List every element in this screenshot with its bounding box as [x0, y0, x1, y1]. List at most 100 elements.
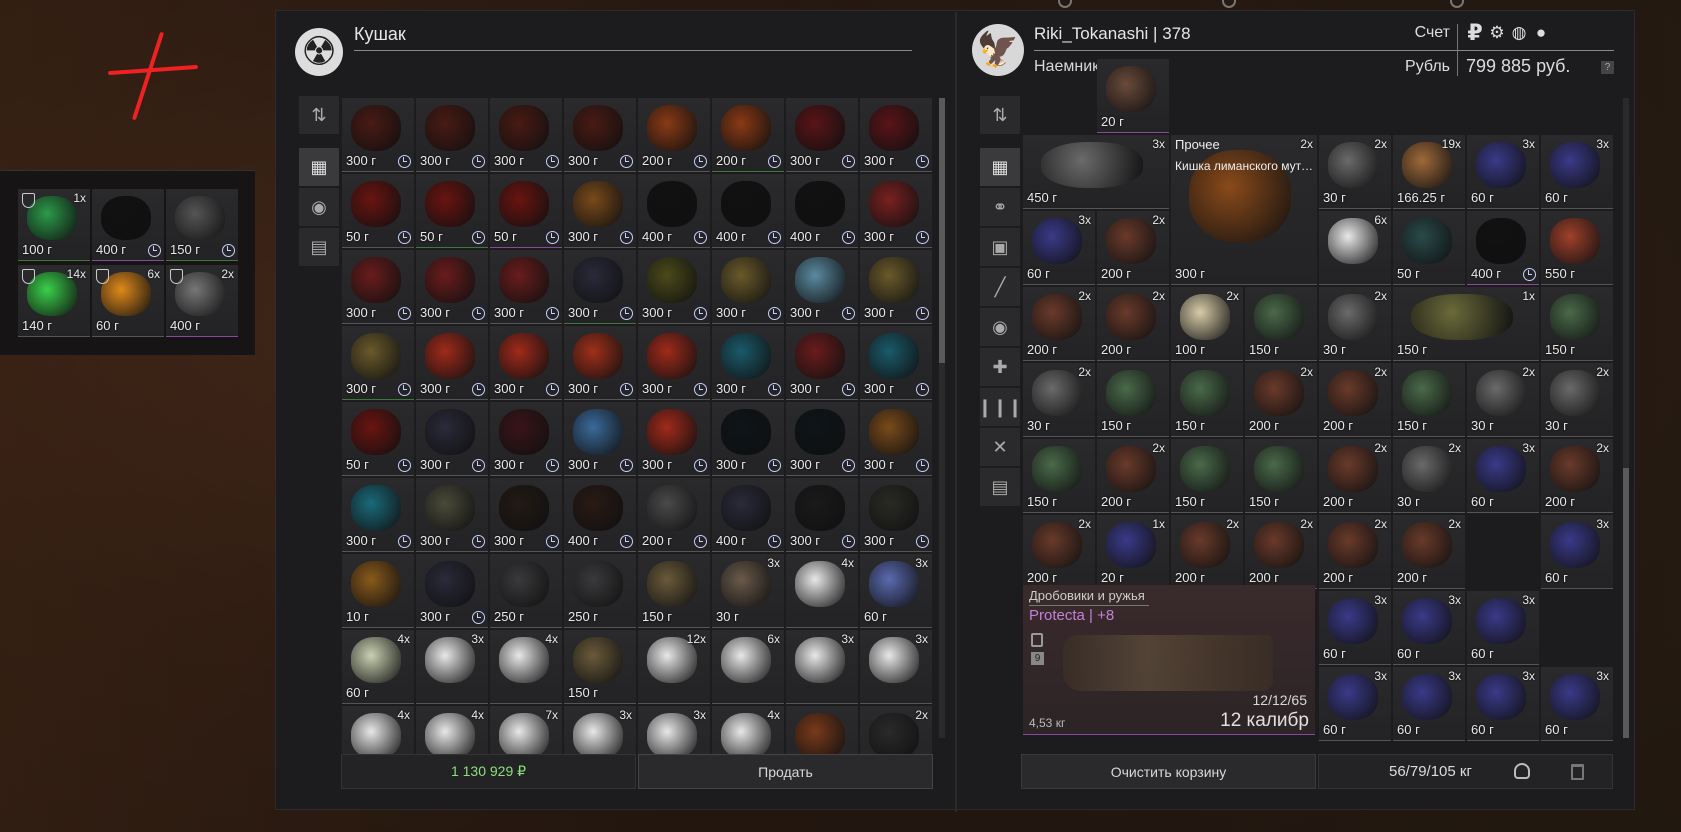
- medkit-filter-icon[interactable]: ✚: [980, 348, 1020, 386]
- inventory-item[interactable]: 300 г: [416, 478, 488, 552]
- inventory-item[interactable]: 50 г: [416, 174, 488, 248]
- inventory-item[interactable]: 300 г: [416, 326, 488, 400]
- inventory-item[interactable]: 300 г: [712, 326, 784, 400]
- inventory-item[interactable]: 300 г: [416, 250, 488, 324]
- inventory-item[interactable]: 3x 60 г: [1467, 135, 1539, 209]
- inventory-item[interactable]: 3x 60 г: [1023, 211, 1095, 285]
- inventory-item[interactable]: 300 г: [342, 98, 414, 172]
- shell-currency-icon[interactable]: ●: [1532, 24, 1550, 42]
- inventory-item[interactable]: 300 г: [564, 402, 636, 476]
- inventory-item[interactable]: 2x 200 г: [1097, 287, 1169, 361]
- inventory-item[interactable]: 400 г: [92, 189, 164, 261]
- inventory-item[interactable]: 4x: [786, 554, 858, 628]
- inventory-item[interactable]: 2x 400 г: [166, 265, 238, 337]
- inventory-item[interactable]: 2x 100 г: [1171, 287, 1243, 361]
- inventory-item[interactable]: 300 г: [786, 98, 858, 172]
- inventory-item[interactable]: 50 г: [342, 402, 414, 476]
- grid-view-icon[interactable]: ▦: [299, 148, 339, 186]
- inventory-item[interactable]: 10 г: [342, 554, 414, 628]
- inventory-item[interactable]: 2x 200 г: [1319, 363, 1391, 437]
- inventory-item[interactable]: 3x 60 г: [1467, 591, 1539, 665]
- inventory-item[interactable]: 3x 60 г: [1319, 591, 1391, 665]
- inventory-item[interactable]: 2x 200 г: [1319, 515, 1391, 589]
- inventory-item[interactable]: 3x 60 г: [1467, 439, 1539, 513]
- inventory-item[interactable]: 150 г: [1245, 287, 1317, 361]
- inventory-item[interactable]: 300 г: [638, 250, 710, 324]
- inventory-item[interactable]: 400 г: [712, 478, 784, 552]
- sort-icon[interactable]: ⇅: [299, 96, 339, 134]
- inventory-item[interactable]: 2x 30 г: [1393, 439, 1465, 513]
- inventory-item[interactable]: 300 г: [416, 98, 488, 172]
- inventory-item[interactable]: 150 г: [638, 554, 710, 628]
- inventory-item[interactable]: 300 г: [416, 554, 488, 628]
- weapon-filter-icon[interactable]: ╱: [980, 268, 1020, 306]
- inventory-item[interactable]: 150 г: [166, 189, 238, 261]
- inventory-item[interactable]: 300 г: [342, 250, 414, 324]
- inventory-item[interactable]: 2x 200 г: [1319, 439, 1391, 513]
- ruble-icon[interactable]: ₽: [1466, 22, 1484, 44]
- inventory-item[interactable]: 300 г: [490, 98, 562, 172]
- ammo-filter-icon[interactable]: ❙❙❙: [977, 388, 1023, 426]
- inventory-item[interactable]: 400 г: [712, 174, 784, 248]
- inventory-item[interactable]: 300 г: [490, 478, 562, 552]
- inventory-item[interactable]: 150 г: [1097, 363, 1169, 437]
- inventory-item[interactable]: 300 г: [564, 250, 636, 324]
- compass-currency-icon[interactable]: ◍: [1510, 24, 1528, 42]
- inventory-item[interactable]: 300 г: [860, 174, 932, 248]
- inventory-item[interactable]: 150 г: [1171, 363, 1243, 437]
- link-filter-icon[interactable]: ⚭: [980, 188, 1020, 226]
- inventory-item[interactable]: 3x 60 г: [1467, 667, 1539, 741]
- inventory-item[interactable]: 3x 60 г: [1393, 591, 1465, 665]
- inventory-item[interactable]: 400 г: [786, 174, 858, 248]
- inventory-item[interactable]: 300 г: [860, 478, 932, 552]
- trader-scrollbar[interactable]: [939, 98, 945, 738]
- inventory-item[interactable]: 3x 60 г: [1541, 667, 1613, 741]
- gear-currency-icon[interactable]: ⚙: [1488, 24, 1506, 42]
- inventory-item[interactable]: 150 г: [1245, 439, 1317, 513]
- sell-button[interactable]: Продать: [638, 754, 933, 789]
- inventory-item[interactable]: 200 г: [638, 478, 710, 552]
- inventory-item[interactable]: 50 г: [1393, 211, 1465, 285]
- inventory-item[interactable]: 150 г: [1541, 287, 1613, 361]
- inventory-item[interactable]: 50 г: [342, 174, 414, 248]
- inventory-item[interactable]: 550 г: [1541, 211, 1613, 285]
- inventory-item[interactable]: 400 г: [1467, 211, 1539, 285]
- inventory-item[interactable]: 3x 60 г: [1393, 667, 1465, 741]
- inventory-item[interactable]: 300 г: [786, 326, 858, 400]
- inventory-item[interactable]: 300 г: [860, 98, 932, 172]
- inventory-item[interactable]: 200 г: [712, 98, 784, 172]
- inventory-item[interactable]: Прочее Кишка лиманского мута... 2x 300 г: [1171, 135, 1317, 285]
- inventory-item[interactable]: 3x 60 г: [1541, 135, 1613, 209]
- inventory-item[interactable]: 150 г: [1393, 363, 1465, 437]
- inventory-item[interactable]: 50 г: [490, 174, 562, 248]
- inventory-item[interactable]: 1x 20 г: [1097, 515, 1169, 589]
- inventory-item[interactable]: 300 г: [416, 402, 488, 476]
- inventory-item[interactable]: 20 г: [1097, 59, 1169, 133]
- player-scrollbar[interactable]: [1623, 98, 1629, 738]
- inventory-item[interactable]: 2x 200 г: [1097, 439, 1169, 513]
- inventory-item[interactable]: 300 г: [490, 402, 562, 476]
- inventory-item[interactable]: 300 г: [564, 326, 636, 400]
- inventory-item[interactable]: 6x: [712, 630, 784, 704]
- inventory-item[interactable]: 300 г: [712, 402, 784, 476]
- inventory-item[interactable]: 300 г: [564, 174, 636, 248]
- inventory-item[interactable]: 2x 200 г: [1245, 515, 1317, 589]
- clear-cart-button[interactable]: Очистить корзину: [1021, 754, 1316, 789]
- grid-view-icon[interactable]: ▦: [980, 148, 1020, 186]
- inventory-item[interactable]: 300 г: [490, 250, 562, 324]
- inventory-item[interactable]: 400 г: [564, 478, 636, 552]
- inventory-item[interactable]: 400 г: [638, 174, 710, 248]
- inventory-item[interactable]: 3x 30 г: [712, 554, 784, 628]
- inventory-item[interactable]: 12x: [638, 630, 710, 704]
- inventory-item[interactable]: 300 г: [564, 98, 636, 172]
- inventory-item[interactable]: 150 г: [1023, 439, 1095, 513]
- inventory-item[interactable]: 200 г: [638, 98, 710, 172]
- inventory-item[interactable]: 14x 140 г: [18, 265, 90, 337]
- inventory-item[interactable]: 2x 30 г: [1023, 363, 1095, 437]
- inventory-item[interactable]: 2x 30 г: [1319, 287, 1391, 361]
- misc-filter-icon[interactable]: ▤: [980, 468, 1020, 506]
- inventory-item[interactable]: 300 г: [786, 250, 858, 324]
- inventory-item[interactable]: 300 г: [712, 250, 784, 324]
- inventory-item[interactable]: 300 г: [342, 478, 414, 552]
- misc-filter-icon[interactable]: ▤: [299, 228, 339, 266]
